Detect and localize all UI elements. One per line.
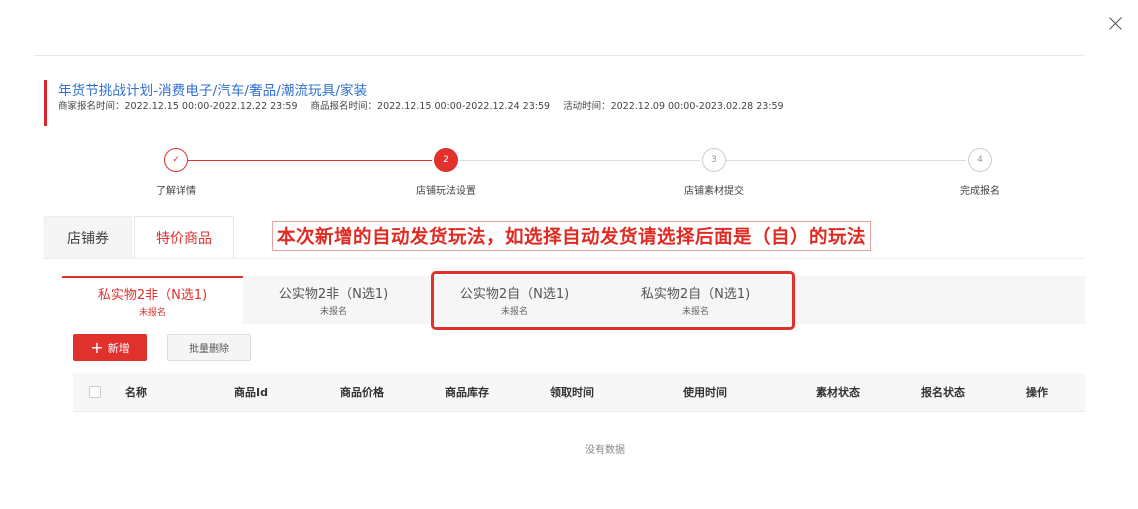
merchant-signup-time: 商家报名时间：2022.12.15 00:00-2022.12.22 23:59 [58,101,298,112]
column-claim-time: 领取时间 [550,386,594,399]
plus-icon: + [90,337,104,357]
table-header: 名称 商品Id 商品价格 商品库存 领取时间 使用时间 素材状态 报名状态 操作 [73,373,1085,412]
column-price: 商品价格 [340,386,384,399]
step-3-circle: 3 [702,148,726,172]
step-4-circle: 4 [968,148,992,172]
auto-delivery-highlight-box [431,271,795,330]
column-material-status: 素材状态 [816,386,860,399]
step-connector-2 [458,160,700,161]
column-use-time: 使用时间 [683,386,727,399]
column-stock: 商品库存 [445,386,489,399]
subtab-private-physical-non-auto[interactable]: 私实物2非（N选1) 未报名 [62,276,243,324]
subtab-name: 私实物2非（N选1) [97,288,208,303]
signup-panel: 年货节挑战计划-消费电子/汽车/奢品/潮流玩具/家装 商家报名时间：2022.1… [34,55,1085,481]
tab-special-products[interactable]: 特价商品 [134,216,234,258]
batch-delete-button[interactable]: 批量删除 [167,334,251,361]
select-all-checkbox[interactable] [89,386,101,398]
step-connector-1 [188,160,432,161]
step-3-label: 店铺素材提交 [684,186,744,197]
tab-divider [44,258,1085,259]
subtab-name: 公实物2非（N选1) [278,287,389,302]
column-signup-status: 报名状态 [921,386,965,399]
product-signup-time: 商品报名时间：2022.12.15 00:00-2022.12.24 23:59 [310,101,551,112]
add-button-label: 新增 [107,341,130,355]
subtab-status: 未报名 [138,308,166,318]
add-button[interactable]: + 新增 [73,334,147,361]
title-accent-bar [44,80,47,126]
activity-title[interactable]: 年货节挑战计划-消费电子/汽车/奢品/潮流玩具/家装 [58,79,367,99]
subtab-public-physical-non-auto[interactable]: 公实物2非（N选1) 未报名 [243,276,424,324]
auto-delivery-notice: 本次新增的自动发货玩法，如选择自动发货请选择后面是（自）的玩法 [272,221,872,251]
step-connector-3 [726,160,966,161]
subtab-status: 未报名 [319,307,347,317]
step-1-check-icon: ✓ [164,148,188,172]
activity-times: 商家报名时间：2022.12.15 00:00-2022.12.22 23:59… [58,98,794,112]
step-2-circle: 2 [434,148,458,172]
step-1-label: 了解详情 [156,186,196,197]
close-icon[interactable] [1106,14,1126,34]
step-4-label: 完成报名 [960,186,1000,197]
column-product-id: 商品Id [234,386,268,399]
column-actions: 操作 [1026,386,1048,399]
empty-table-text: 没有数据 [585,445,625,456]
column-name: 名称 [125,386,147,399]
activity-time: 活动时间：2022.12.09 00:00-2023.02.28 23:59 [563,101,784,112]
tab-store-coupon[interactable]: 店铺券 [44,216,132,258]
step-2-label: 店铺玩法设置 [416,186,476,197]
